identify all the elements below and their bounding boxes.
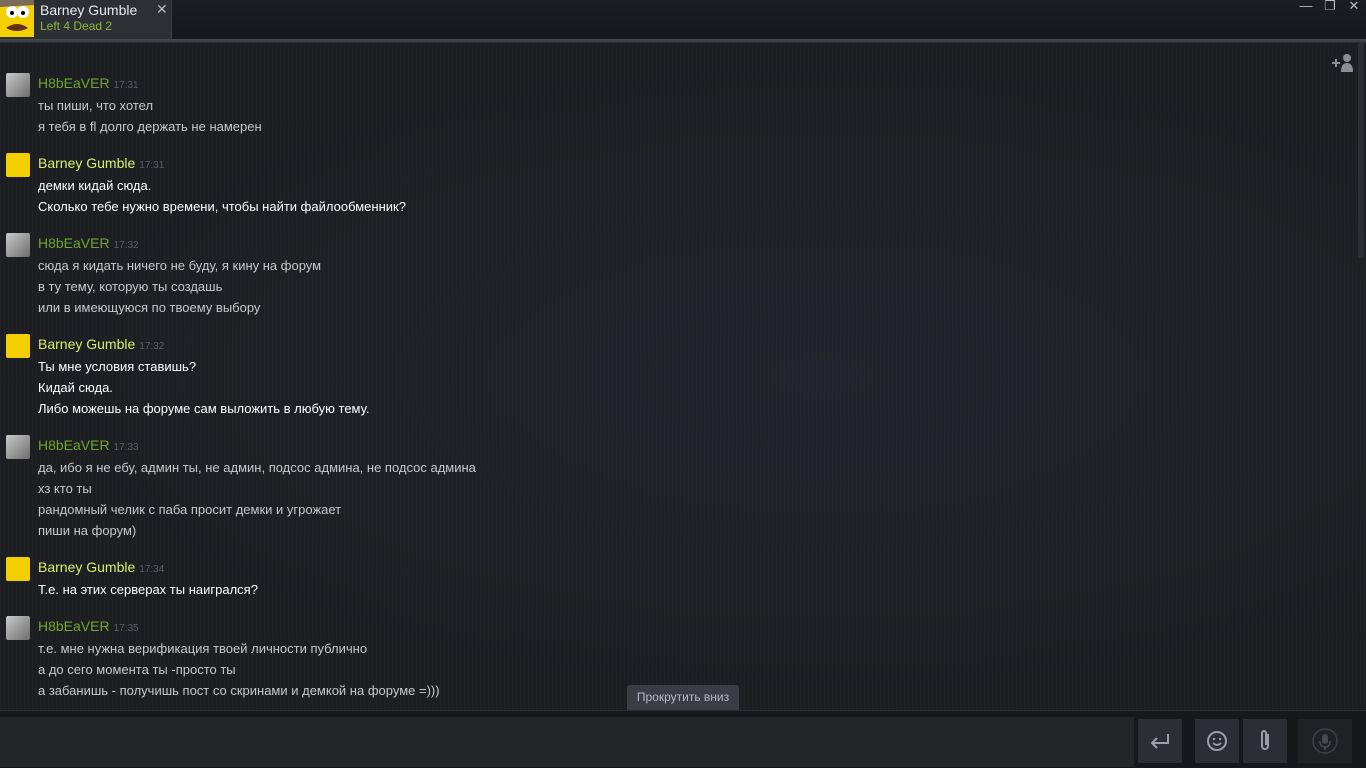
sender-label[interactable]: Barney Gumble xyxy=(38,155,135,171)
avatar[interactable] xyxy=(6,334,30,358)
avatar xyxy=(0,0,34,37)
scroll-down-button[interactable]: Прокрутить вниз xyxy=(627,685,739,710)
message-line: хз кто ты xyxy=(38,481,92,496)
microphone-icon xyxy=(1312,728,1338,754)
window-close-icon[interactable]: ✕ xyxy=(1342,0,1366,14)
message-line: или в имеющуюся по твоему выбору xyxy=(38,300,261,315)
tab-title: Barney Gumble xyxy=(40,2,138,18)
enter-icon xyxy=(1150,734,1169,749)
message-line: т.е. мне нужна верификация твоей личност… xyxy=(38,641,368,656)
sender-name[interactable]: H8bEaVER 17:32 xyxy=(38,235,139,251)
message-line: Либо можешь на форуме сам выложить в люб… xyxy=(38,401,370,416)
sender-label[interactable]: Barney Gumble xyxy=(38,559,135,575)
message-line: демки кидай сюда. xyxy=(38,178,152,193)
window-controls: — ❐ ✕ xyxy=(1294,0,1366,14)
sender-name[interactable]: H8bEaVER 17:31 xyxy=(38,75,139,91)
timestamp: 17:33 xyxy=(113,442,139,453)
smiley-icon xyxy=(1207,731,1227,751)
emoji-button[interactable] xyxy=(1195,719,1239,763)
chat-tab-barney-gumble[interactable]: Barney Gumble Left 4 Dead 2 ✕ xyxy=(0,0,172,40)
avatar[interactable] xyxy=(6,73,30,97)
message-line: Ты мне условия ставишь? xyxy=(38,359,197,374)
timestamp: 17:31 xyxy=(113,80,139,91)
maximize-icon[interactable]: ❐ xyxy=(1318,0,1342,14)
avatar[interactable] xyxy=(6,435,30,459)
message-line: рандомный челик с паба просит демки и уг… xyxy=(38,502,342,517)
minimize-icon[interactable]: — xyxy=(1294,0,1318,14)
send-button[interactable] xyxy=(1138,719,1182,763)
message-line: да, ибо я не ебу, админ ты, не админ, по… xyxy=(38,460,476,475)
sender-label[interactable]: H8bEaVER xyxy=(38,618,110,634)
sender-label[interactable]: H8bEaVER xyxy=(38,235,110,251)
avatar[interactable] xyxy=(6,557,30,581)
tab-game-status: Left 4 Dead 2 xyxy=(40,19,113,33)
attach-button[interactable] xyxy=(1243,719,1287,763)
timestamp: 17:32 xyxy=(113,240,139,251)
paperclip-icon xyxy=(1261,730,1269,750)
timestamp: 17:35 xyxy=(113,623,139,634)
close-tab-icon[interactable]: ✕ xyxy=(156,1,168,18)
avatar[interactable] xyxy=(6,153,30,177)
sender-name[interactable]: H8bEaVER 17:33 xyxy=(38,437,139,453)
message-line: в ту тему, которую ты создашь xyxy=(38,279,223,294)
timestamp: 17:31 xyxy=(139,160,165,171)
add-friend-icon[interactable] xyxy=(1328,53,1358,75)
message-input[interactable] xyxy=(0,717,1134,767)
message-line: я тебя в fl долго держать не намерен xyxy=(38,119,262,134)
sender-label[interactable]: Barney Gumble xyxy=(38,336,135,352)
avatar[interactable] xyxy=(6,616,30,640)
message-line: ты пиши, что хотел xyxy=(38,98,154,113)
sender-name[interactable]: Barney Gumble 17:31 xyxy=(38,155,164,171)
message-line: пиши на форум) xyxy=(38,523,137,538)
message-line: Кидай сюда. xyxy=(38,380,113,395)
message-line: а до сего момента ты -просто ты xyxy=(38,662,236,677)
message-line: Т.е. на этих серверах ты наигрался? xyxy=(38,582,258,597)
title-bar: Barney Gumble Left 4 Dead 2 ✕ — ❐ ✕ xyxy=(0,0,1366,40)
avatar[interactable] xyxy=(6,233,30,257)
sender-label[interactable]: H8bEaVER xyxy=(38,75,110,91)
message-line: Сколько тебе нужно времени, чтобы найти … xyxy=(38,199,406,214)
timestamp: 17:34 xyxy=(139,564,165,575)
sender-name[interactable]: H8bEaVER 17:35 xyxy=(38,618,139,634)
scrollbar[interactable] xyxy=(1358,43,1364,258)
input-bar xyxy=(0,710,1366,768)
sender-name[interactable]: Barney Gumble 17:32 xyxy=(38,336,164,352)
sender-label[interactable]: H8bEaVER xyxy=(38,437,110,453)
message-line: сюда я кидать ничего не буду, я кину на … xyxy=(38,258,322,273)
message-line: а забанишь - получишь пост со скринами и… xyxy=(38,683,440,698)
timestamp: 17:32 xyxy=(139,341,165,352)
chat-history[interactable] xyxy=(0,43,1366,710)
voice-button[interactable] xyxy=(1298,719,1352,763)
sender-name[interactable]: Barney Gumble 17:34 xyxy=(38,559,164,575)
